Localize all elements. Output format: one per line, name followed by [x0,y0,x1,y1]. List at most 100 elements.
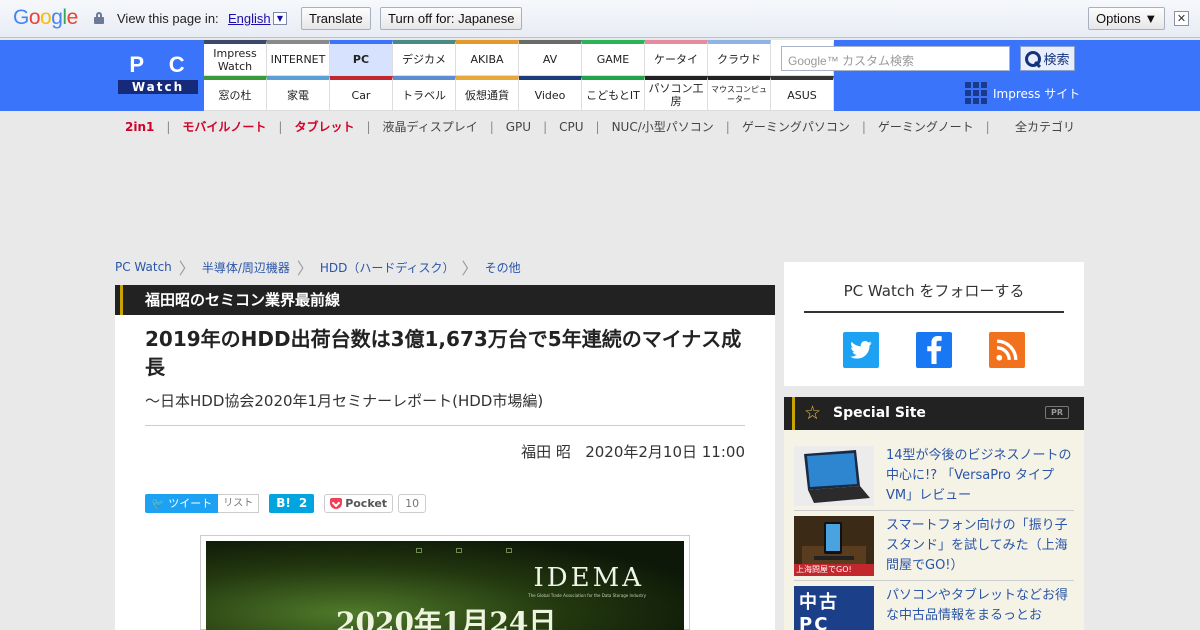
special-site-box: ☆ Special Site PR 14型が今後のビジネスノートの中心に!? 「… [784,397,1084,630]
special-item-text: 14型が今後のビジネスノートの中心に!? 「VersaPro タイプVM」レビュ… [886,448,1072,503]
thumbnail-badge: 上海問屋でGO! [794,564,874,576]
grid-icon [965,82,987,104]
breadcrumb-link[interactable]: 半導体/周辺機器 [202,259,290,276]
hatena-icon: B! [276,496,291,510]
list-item[interactable]: 14型が今後のビジネスノートの中心に!? 「VersaPro タイプVM」レビュ… [794,446,1074,511]
tweet-list-button[interactable]: リスト [218,494,260,513]
nav-item[interactable]: ケータイ [645,40,708,76]
category-link[interactable]: CPU [559,120,583,134]
separator: | [543,119,548,134]
google-logo: Google [13,6,78,30]
chevron-down-icon[interactable]: ▼ [273,12,287,25]
category-link[interactable]: ゲーミングパソコン [742,118,850,135]
special-item-text: パソコンやタブレットなどお得な中古品情報をまるっとお [886,588,1069,623]
pocket-icon [330,498,343,509]
nav-item[interactable]: AV [519,40,582,76]
follow-box: PC Watch をフォローする [784,262,1084,386]
translate-button[interactable]: Translate [301,7,371,30]
category-link[interactable]: 2in1 [125,120,154,134]
list-item[interactable]: 上海問屋でGO! スマートフォン向けの「振り子スタンド」を試してみた（上海問屋で… [794,516,1074,581]
nav-item[interactable]: 窓の杜 [204,76,267,111]
logo-watch: Watch [118,80,198,94]
nav-item[interactable]: ASUS [771,76,834,111]
pr-badge: PR [1044,406,1069,419]
list-item[interactable]: 中古PC パソコンやタブレットなどお得な中古品情報をまるっとお [794,586,1074,630]
search-button[interactable]: 検索 [1020,46,1075,71]
separator: | [278,119,283,134]
category-link[interactable]: モバイルノート [182,118,266,135]
all-categories-link[interactable]: 全カテゴリ [1015,118,1075,135]
logo-letter: g [51,6,63,29]
logo-p: P [129,52,147,77]
pocket-button[interactable]: Pocket 10 [324,494,427,513]
search-button-label: 検索 [1043,53,1070,68]
nav-item[interactable]: Impress Watch [204,40,267,76]
nav-item[interactable]: GAME [582,40,645,76]
category-link[interactable]: NUC/小型パソコン [612,118,714,135]
facebook-icon[interactable] [916,332,952,368]
separator: | [489,119,494,134]
special-site-title: Special Site [833,405,926,421]
tweet-button[interactable]: 🐦 ツイート リスト [145,494,260,513]
star-icon: ☆ [804,402,822,424]
language-select[interactable]: English [228,11,271,26]
nav-item[interactable]: クラウド [708,40,771,76]
page-title: 2019年のHDD出荷台数は3億1,673万台で5年連続のマイナス成長 [145,327,742,379]
category-link[interactable]: ゲーミングノート [878,118,974,135]
nav-item[interactable]: マウスコンピューター [708,76,771,111]
pc-watch-logo[interactable]: PC Watch [118,53,198,95]
nav-item[interactable]: Video [519,76,582,111]
nav-item[interactable]: こどもとIT [582,76,645,111]
breadcrumb-link[interactable]: HDD（ハードディスク） [320,259,455,276]
twitter-icon[interactable] [843,332,879,368]
close-icon[interactable]: ✕ [1174,11,1189,26]
follow-title: PC Watch をフォローする [804,280,1064,313]
lock-icon [94,12,104,24]
hatena-bookmark-button[interactable]: B! 2 [269,494,315,513]
category-link[interactable]: GPU [506,120,531,134]
nav-item[interactable]: PC [330,40,393,76]
series-title[interactable]: 福田昭のセミコン業界最前線 [115,285,775,315]
nav-item[interactable]: デジカメ [393,40,456,76]
hatena-count: 2 [298,496,308,510]
author: 福田 昭 [521,443,571,461]
nav-item[interactable]: 仮想通貨 [456,76,519,111]
publish-date: 2020年2月10日 11:00 [585,443,745,461]
breadcrumb: PC Watch 〉半導体/周辺機器〉 HDD（ハードディスク）〉その他 [115,255,521,279]
nav-item[interactable]: AKIBA [456,40,519,76]
article: 福田昭のセミコン業界最前線 2019年のHDD出荷台数は3億1,673万台で5年… [115,285,775,630]
nav-item[interactable]: Car [330,76,393,111]
nav-item[interactable]: トラベル [393,76,456,111]
nav-item[interactable]: INTERNET [267,40,330,76]
category-link[interactable]: 液晶ディスプレイ [383,118,478,135]
separator: | [725,119,730,134]
thumbnail-badge: 中古PC [799,592,839,630]
article-photo[interactable]: IDEMA The Global Trade Association for t… [200,535,690,630]
separator: | [985,119,990,134]
used-pc-thumbnail: 中古PC [794,586,874,630]
impress-site-link[interactable]: Impress サイト [965,82,1080,104]
translate-prompt: View this page in: [117,11,219,26]
site-header: PC Watch Impress Watch INTERNET PC デジカメ AKIB… [0,40,1200,111]
special-site-list: 14型が今後のビジネスノートの中心に!? 「VersaPro タイプVM」レビュ… [784,430,1084,630]
options-button[interactable]: Options ▼ [1088,7,1166,30]
chevron-right-icon: 〉 [461,259,478,278]
tweet-label: 🐦 ツイート [145,494,219,513]
byline: 福田 昭 2020年2月10日 11:00 [521,441,745,462]
breadcrumb-link[interactable]: PC Watch [115,260,172,274]
turn-off-button[interactable]: Turn off for: Japanese [380,7,523,30]
special-site-header: ☆ Special Site PR [784,397,1084,430]
nav-item[interactable]: 家電 [267,76,330,111]
separator: | [166,119,171,134]
laptop-thumbnail [794,446,874,506]
rss-icon[interactable] [989,332,1025,368]
article-subtitle: ～日本HDD協会2020年1月セミナーレポート(HDD市場編) [145,392,544,410]
pocket-count: 10 [398,494,427,513]
category-nav: 2in1 | モバイルノート | タブレット | 液晶ディスプレイ | GPU | CPU | NUC/… [125,118,1085,135]
search-input[interactable]: Google™ カスタム検索 [781,46,1010,71]
breadcrumb-link[interactable]: その他 [485,259,521,276]
separator: | [861,119,866,134]
share-bar: 🐦 ツイート リスト B! 2 Pocket 10 [145,494,427,513]
category-link[interactable]: タブレット [294,118,354,135]
nav-item[interactable]: パソコン工房 [645,76,708,111]
